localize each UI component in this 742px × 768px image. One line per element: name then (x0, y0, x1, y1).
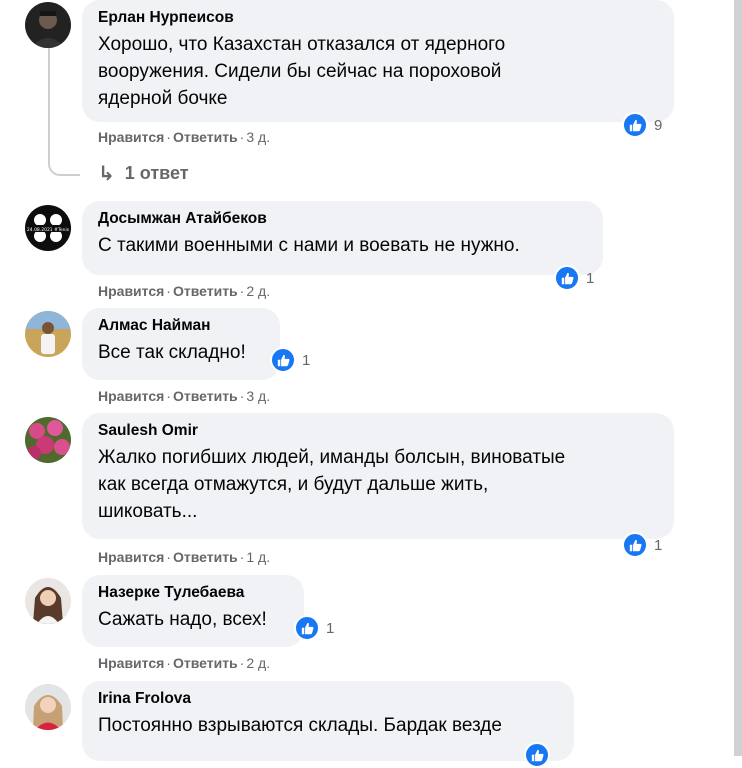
avatar[interactable] (25, 578, 71, 624)
comment-bubble: Назерке Тулебаева Сажать надо, всех! (82, 575, 304, 647)
scrollbar-track[interactable] (734, 0, 742, 756)
avatar[interactable] (25, 684, 71, 730)
avatar-image (25, 311, 71, 357)
comment-actions: Нравится · Ответить · 3 д. (98, 129, 270, 145)
view-replies-link[interactable]: ↳ 1 ответ (98, 161, 189, 186)
avatar-caption: 24.08.2021 #Tenis (27, 227, 70, 233)
separator: · (166, 388, 171, 404)
reaction-count: 1 (586, 269, 595, 287)
timestamp[interactable]: 3 д. (246, 388, 270, 404)
like-link[interactable]: Нравится (98, 655, 164, 671)
like-link[interactable]: Нравится (98, 549, 164, 565)
comment-actions: Нравится · Ответить · 1 д. (98, 549, 270, 565)
timestamp[interactable]: 1 д. (246, 549, 270, 565)
reply-link[interactable]: Ответить (173, 549, 238, 565)
separator: · (239, 655, 245, 671)
reaction-count: 1 (326, 619, 335, 637)
comment-actions: Нравится · Ответить · 2 д. (98, 655, 270, 671)
comment-text: С такими военными с нами и воевать не ну… (98, 235, 520, 256)
reaction-summary[interactable] (524, 742, 550, 768)
separator: · (239, 283, 245, 299)
avatar-image: 24.08.2021 #Tenis (25, 205, 71, 251)
reply-link[interactable]: Ответить (173, 655, 238, 671)
comment-text-line: Хорошо, что Казахстан отказался от ядерн… (98, 34, 506, 55)
avatar-image (25, 578, 71, 624)
comment-bubble: Алмас Найман Все так складно! (82, 308, 280, 380)
separator: · (166, 129, 171, 145)
reaction-summary[interactable]: 1 (294, 615, 334, 641)
like-link[interactable]: Нравится (98, 283, 164, 299)
comment-author[interactable]: Назерке Тулебаева (98, 583, 288, 603)
separator: · (239, 549, 245, 565)
separator: · (166, 655, 171, 671)
like-link[interactable]: Нравится (98, 129, 164, 145)
comment-text: Жалко погибших людей, иманды болсын, вин… (98, 444, 658, 525)
reaction-count: 1 (302, 351, 311, 369)
separator: · (166, 283, 171, 299)
comment-text-line: вооружения. Сидели бы сейчас на порохово… (98, 61, 502, 82)
reply-link[interactable]: Ответить (173, 388, 238, 404)
separator: · (239, 388, 245, 404)
comment-actions: Нравится · Ответить · 2 д. (98, 283, 270, 299)
reply-arrow-icon: ↳ (98, 163, 115, 185)
timestamp[interactable]: 2 д. (246, 655, 270, 671)
timestamp[interactable]: 3 д. (246, 129, 270, 145)
separator: · (239, 129, 245, 145)
thumbs-up-icon (294, 615, 320, 641)
reaction-summary[interactable]: 1 (554, 265, 594, 291)
comment-text-line: как всегда отмажутся, и будут дальше жит… (98, 474, 489, 495)
comment-text-line: ядерной бочке (98, 88, 228, 109)
like-link[interactable]: Нравится (98, 388, 164, 404)
comment-author[interactable]: Ерлан Нурпеисов (98, 8, 658, 28)
thumbs-up-icon (554, 265, 580, 291)
replies-count-label: 1 ответ (124, 163, 189, 183)
reply-link[interactable]: Ответить (173, 283, 238, 299)
reaction-count: 9 (654, 116, 663, 134)
comment-author[interactable]: Досымжан Атайбеков (98, 209, 587, 229)
thumbs-up-icon (524, 742, 550, 768)
comment-text: Хорошо, что Казахстан отказался от ядерн… (98, 31, 658, 112)
comment-author[interactable]: Алмас Найман (98, 316, 264, 336)
comment-text-line: Жалко погибших людей, иманды болсын, вин… (98, 447, 566, 468)
reaction-count: 1 (654, 536, 663, 554)
reaction-summary[interactable]: 9 (622, 112, 662, 138)
timestamp[interactable]: 2 д. (246, 283, 270, 299)
comment-text: Постоянно взрываются склады. Бардак везд… (98, 715, 502, 736)
separator: · (166, 549, 171, 565)
comment-bubble: Saulesh Omir Жалко погибших людей, иманд… (82, 413, 674, 539)
comment-bubble: Досымжан Атайбеков С такими военными с н… (82, 201, 603, 275)
thumbs-up-icon (622, 112, 648, 138)
avatar-image (25, 684, 71, 730)
avatar-image (25, 417, 71, 463)
avatar[interactable] (25, 311, 71, 357)
avatar-image (25, 2, 71, 48)
thumbs-up-icon (270, 347, 296, 373)
comment-actions: Нравится · Ответить · 3 д. (98, 388, 270, 404)
comment-bubble: Ерлан Нурпеисов Хорошо, что Казахстан от… (82, 0, 674, 122)
reply-thread-line (48, 48, 80, 176)
avatar[interactable] (25, 417, 71, 463)
reaction-summary[interactable]: 1 (270, 347, 310, 373)
comment-author[interactable]: Irina Frolova (98, 689, 558, 709)
comment-text: Сажать надо, всех! (98, 609, 267, 630)
thumbs-up-icon (622, 532, 648, 558)
reaction-summary[interactable]: 1 (622, 532, 662, 558)
comment-bubble: Irina Frolova Постоянно взрываются склад… (82, 681, 574, 761)
comment-text-line: шиковать... (98, 501, 198, 522)
comment-text: Все так складно! (98, 342, 246, 363)
avatar[interactable]: 24.08.2021 #Tenis (25, 205, 71, 251)
comment-author[interactable]: Saulesh Omir (98, 421, 658, 441)
avatar[interactable] (25, 2, 71, 48)
reply-link[interactable]: Ответить (173, 129, 238, 145)
